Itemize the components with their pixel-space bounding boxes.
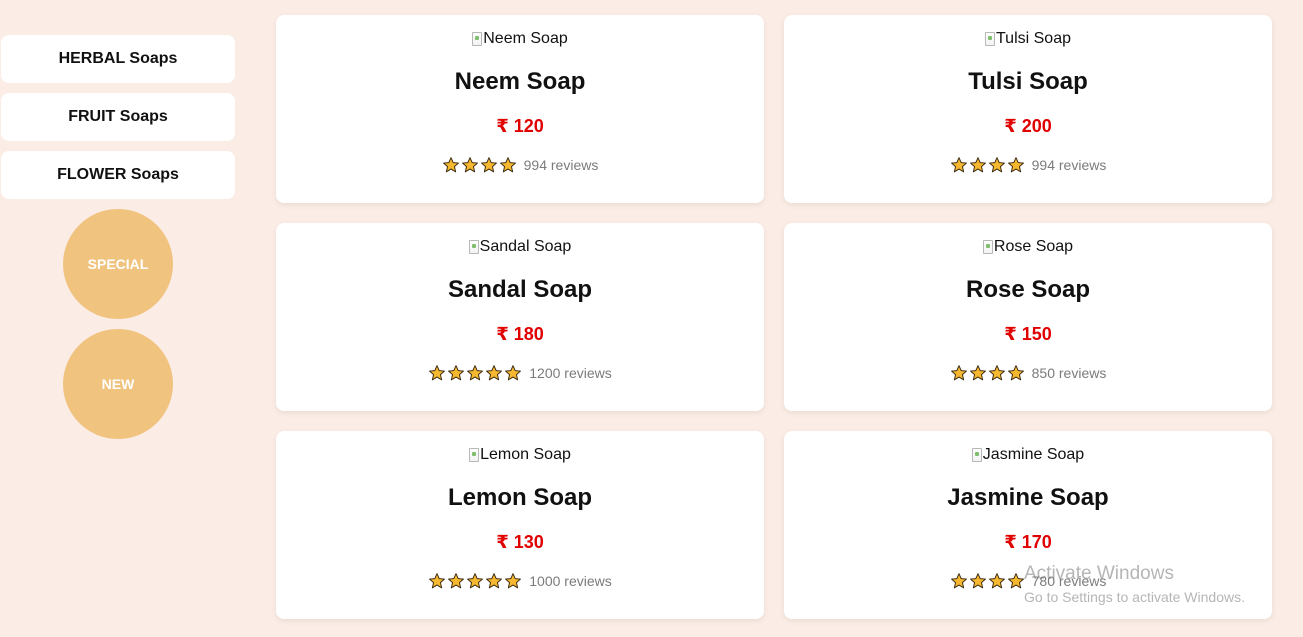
review-count: 1000 reviews xyxy=(529,573,612,589)
broken-image-icon xyxy=(985,32,995,46)
star-icon xyxy=(447,364,466,382)
category-sidebar: HERBAL Soaps FRUIT Soaps FLOWER Soaps SP… xyxy=(1,35,235,449)
product-image: Tulsi Soap xyxy=(784,30,1272,48)
product-card[interactable]: Rose Soap Rose Soap ₹ 150 850 reviews xyxy=(784,223,1272,411)
review-count: 994 reviews xyxy=(523,157,599,173)
star-icon xyxy=(428,572,447,590)
star-icon xyxy=(950,572,969,590)
product-image: Sandal Soap xyxy=(276,238,764,256)
star-icon xyxy=(442,156,461,174)
product-rating: 1000 reviews xyxy=(276,572,764,590)
product-price: ₹ 150 xyxy=(1004,324,1052,344)
product-price: ₹ 180 xyxy=(496,324,544,344)
star-icon xyxy=(447,572,466,590)
product-image: Rose Soap xyxy=(784,238,1272,256)
rating-stars xyxy=(442,156,518,174)
new-button[interactable]: NEW xyxy=(63,329,173,439)
star-icon xyxy=(485,364,504,382)
review-count: 994 reviews xyxy=(1031,157,1107,173)
product-image-alt-text: Rose Soap xyxy=(993,238,1074,255)
product-image-alt-text: Lemon Soap xyxy=(480,446,571,463)
broken-image-icon xyxy=(472,32,483,46)
product-name: Sandal Soap xyxy=(447,276,593,303)
review-count: 850 reviews xyxy=(1031,365,1107,381)
product-card[interactable]: Tulsi Soap Tulsi Soap ₹ 200 994 reviews xyxy=(784,15,1272,203)
product-card[interactable]: Lemon Soap Lemon Soap ₹ 130 1000 reviews xyxy=(276,431,764,619)
page: HERBAL Soaps FRUIT Soaps FLOWER Soaps SP… xyxy=(0,0,1303,637)
star-icon xyxy=(428,364,447,382)
star-icon xyxy=(969,572,988,590)
product-rating: 780 reviews xyxy=(784,572,1272,590)
star-icon xyxy=(480,156,499,174)
star-icon xyxy=(504,364,523,382)
rating-stars xyxy=(428,364,523,382)
star-icon xyxy=(969,156,988,174)
product-name: Rose Soap xyxy=(965,276,1091,303)
product-image-alt-text: Tulsi Soap xyxy=(996,30,1071,47)
special-button[interactable]: SPECIAL xyxy=(63,209,173,319)
broken-image-icon xyxy=(469,448,480,462)
broken-image-icon xyxy=(982,240,993,254)
rating-stars xyxy=(950,572,1026,590)
review-count: 1200 reviews xyxy=(529,365,612,381)
star-icon xyxy=(499,156,518,174)
product-name: Neem Soap xyxy=(454,68,586,95)
product-image-alt-text: Neem Soap xyxy=(483,30,568,47)
product-rating: 1200 reviews xyxy=(276,364,764,382)
product-price: ₹ 120 xyxy=(496,116,544,136)
product-image-alt-text: Sandal Soap xyxy=(479,238,572,255)
product-image: Jasmine Soap xyxy=(784,446,1272,464)
star-icon xyxy=(988,572,1007,590)
star-icon xyxy=(1007,156,1026,174)
star-icon xyxy=(988,156,1007,174)
broken-image-icon xyxy=(468,240,479,254)
broken-image-icon xyxy=(971,448,982,462)
star-icon xyxy=(988,364,1007,382)
star-icon xyxy=(466,572,485,590)
star-icon xyxy=(950,364,969,382)
product-rating: 850 reviews xyxy=(784,364,1272,382)
star-icon xyxy=(504,572,523,590)
star-icon xyxy=(950,156,969,174)
product-card[interactable]: Neem Soap Neem Soap ₹ 120 994 reviews xyxy=(276,15,764,203)
rating-stars xyxy=(950,156,1026,174)
product-rating: 994 reviews xyxy=(784,156,1272,174)
star-icon xyxy=(485,572,504,590)
star-icon xyxy=(1007,572,1026,590)
flower-soaps-button[interactable]: FLOWER Soaps xyxy=(1,151,235,199)
star-icon xyxy=(1007,364,1026,382)
product-price: ₹ 130 xyxy=(496,532,544,552)
star-icon xyxy=(969,364,988,382)
product-price: ₹ 200 xyxy=(1004,116,1052,136)
product-image: Neem Soap xyxy=(276,30,764,48)
product-image: Lemon Soap xyxy=(276,446,764,464)
product-image-alt-text: Jasmine Soap xyxy=(982,446,1085,463)
product-card[interactable]: Sandal Soap Sandal Soap ₹ 180 1200 reviews xyxy=(276,223,764,411)
star-icon xyxy=(461,156,480,174)
rating-stars xyxy=(950,364,1026,382)
product-price: ₹ 170 xyxy=(1004,532,1052,552)
review-count: 780 reviews xyxy=(1031,573,1107,589)
product-name: Tulsi Soap xyxy=(968,68,1088,95)
star-icon xyxy=(466,364,485,382)
rating-stars xyxy=(428,572,523,590)
product-card[interactable]: Jasmine Soap Jasmine Soap ₹ 170 780 reviews xyxy=(784,431,1272,619)
product-name: Lemon Soap xyxy=(447,484,592,511)
product-name: Jasmine Soap xyxy=(947,484,1109,511)
herbal-soaps-button[interactable]: HERBAL Soaps xyxy=(1,35,235,83)
product-rating: 994 reviews xyxy=(276,156,764,174)
fruit-soaps-button[interactable]: FRUIT Soaps xyxy=(1,93,235,141)
